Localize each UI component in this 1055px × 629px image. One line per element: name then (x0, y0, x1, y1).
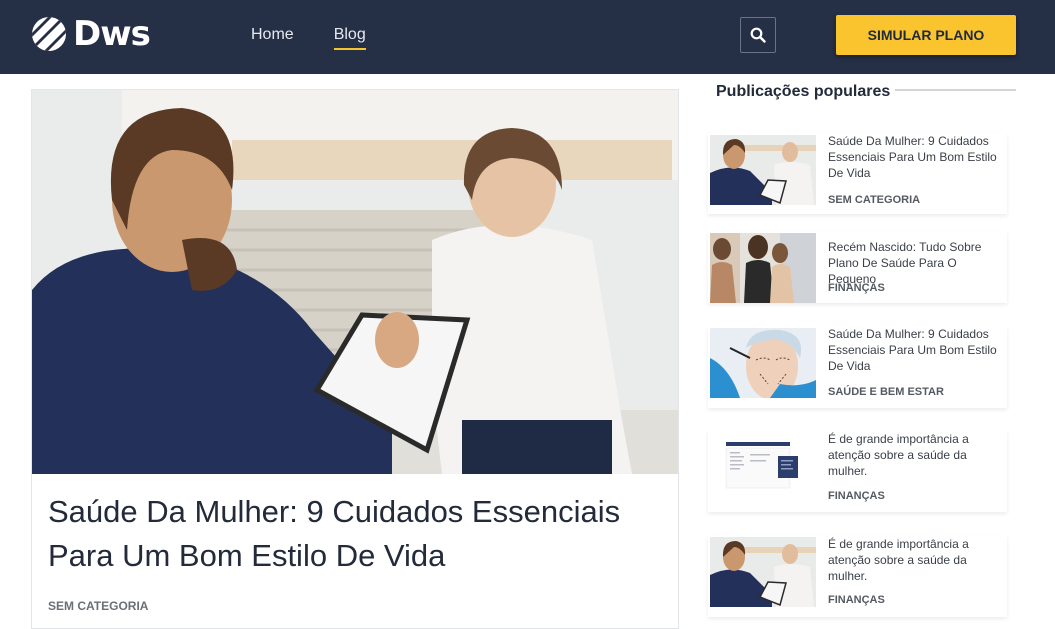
post-title[interactable]: Saúde Da Mulher: 9 Cuidados Essenciais P… (828, 326, 1004, 374)
main-nav: Home Blog (251, 24, 366, 50)
logo-text: Dws (73, 14, 151, 54)
nav-home[interactable]: Home (251, 24, 294, 50)
post-title[interactable]: Saúde Da Mulher: 9 Cuidados Essenciais P… (828, 133, 1004, 181)
simular-plano-button[interactable]: SIMULAR PLANO (836, 15, 1016, 55)
featured-post-image[interactable] (32, 90, 678, 474)
featured-post-title[interactable]: Saúde Da Mulher: 9 Cuidados Essenciais P… (48, 490, 648, 578)
post-category[interactable]: FINANÇAS (828, 594, 885, 606)
featured-post-card[interactable]: Saúde Da Mulher: 9 Cuidados Essenciais P… (31, 89, 679, 629)
sidebar-title-divider (895, 89, 1016, 91)
popular-post-card[interactable]: Saúde Da Mulher: 9 Cuidados Essenciais P… (708, 133, 1007, 214)
popular-post-card[interactable]: É de grande importância a atenção sobre … (708, 430, 1007, 512)
popular-post-card[interactable]: É de grande importância a atenção sobre … (708, 535, 1007, 617)
post-category[interactable]: FINANÇAS (828, 282, 885, 294)
post-thumbnail[interactable] (710, 233, 816, 303)
post-title[interactable]: É de grande importância a atenção sobre … (828, 536, 1004, 584)
search-button[interactable] (740, 17, 776, 53)
post-title[interactable]: É de grande importância a atenção sobre … (828, 431, 1004, 479)
post-category[interactable]: SEM CATEGORIA (828, 194, 920, 206)
featured-post-category[interactable]: SEM CATEGORIA (48, 599, 148, 613)
popular-post-card[interactable]: Saúde Da Mulher: 9 Cuidados Essenciais P… (708, 326, 1007, 408)
post-thumbnail[interactable] (710, 432, 816, 502)
sidebar-title: Publicações populares (716, 83, 891, 100)
site-logo[interactable]: Dws (31, 14, 151, 54)
top-navbar: Dws Home Blog SIMULAR PLANO (0, 0, 1055, 74)
nav-blog[interactable]: Blog (333, 24, 366, 50)
logo-stripes-icon (32, 17, 66, 51)
consultation-photo (32, 90, 678, 474)
post-thumbnail[interactable] (710, 537, 816, 607)
post-category[interactable]: SAÚDE E BEM ESTAR (828, 386, 944, 398)
post-thumbnail[interactable] (710, 135, 816, 205)
post-title[interactable]: Recém Nascido: Tudo Sobre Plano De Saúde… (828, 239, 1004, 287)
search-icon (750, 27, 766, 43)
popular-post-card[interactable]: Recém Nascido: Tudo Sobre Plano De Saúde… (708, 231, 1007, 303)
post-category[interactable]: FINANÇAS (828, 490, 885, 502)
post-thumbnail[interactable] (710, 328, 816, 398)
